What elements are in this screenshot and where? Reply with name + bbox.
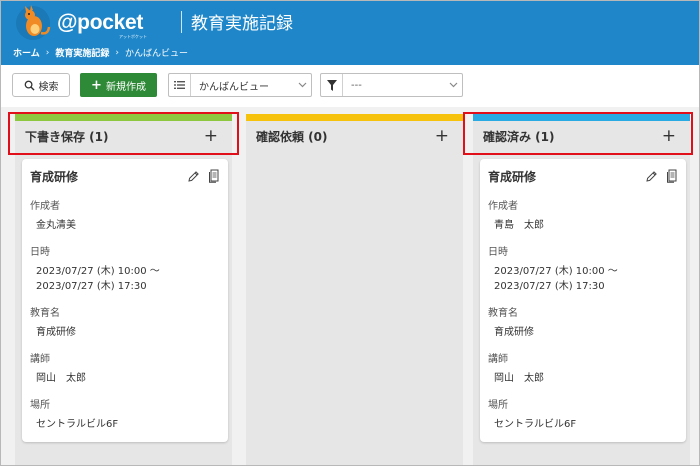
search-button[interactable]: 検索 bbox=[12, 73, 70, 97]
field-label-place: 場所 bbox=[488, 400, 508, 411]
app-logo[interactable]: @pocket アットポケット bbox=[15, 5, 165, 41]
breadcrumb: ホーム › 教育実施記録 › かんばんビュー bbox=[13, 46, 188, 60]
field-value-lecturer: 岡山 太郎 bbox=[494, 373, 544, 384]
breadcrumb-separator: › bbox=[115, 47, 119, 58]
field-value-datetime: 2023/07/27 (木) 10:00 ～ 2023/07/27 (木) 17… bbox=[488, 264, 678, 294]
field-value-course: 育成研修 bbox=[36, 327, 76, 338]
breadcrumb-section[interactable]: 教育実施記録 bbox=[55, 46, 109, 59]
field-value-place: セントラルビル6F bbox=[494, 419, 577, 430]
field-value-author: 金丸清美 bbox=[36, 220, 76, 231]
field-label-course: 教育名 bbox=[488, 308, 518, 319]
filter-select-value: --- bbox=[351, 79, 362, 91]
highlight-box-confirmed-header bbox=[463, 112, 693, 155]
search-icon bbox=[24, 80, 35, 91]
logo-text: @pocket bbox=[57, 11, 144, 34]
breadcrumb-current: かんばんビュー bbox=[124, 49, 188, 59]
field-label-author: 作成者 bbox=[30, 201, 60, 212]
new-record-button[interactable]: + 新規作成 bbox=[80, 73, 157, 97]
column-header: 確認依頼 (0) + bbox=[246, 121, 463, 151]
chevron-down-icon bbox=[293, 82, 311, 88]
card-title: 育成研修 bbox=[30, 169, 79, 184]
field-label-lecturer: 講師 bbox=[488, 354, 508, 365]
field-value-datetime: 2023/07/27 (木) 10:00 ～ 2023/07/27 (木) 17… bbox=[30, 264, 220, 294]
breadcrumb-home[interactable]: ホーム bbox=[13, 46, 40, 59]
view-select-value: かんばんビュー bbox=[199, 81, 269, 93]
list-icon bbox=[169, 74, 191, 96]
search-button-label: 検索 bbox=[38, 81, 59, 93]
kanban-board: 下書き保存 (1) + 育成研修 作成者 金丸清美 日時 2023/07/27 … bbox=[1, 107, 699, 465]
kanban-card[interactable]: 育成研修 作成者 金丸清美 日時 2023/07/27 (木) 10:00 ～ … bbox=[22, 159, 228, 442]
field-label-author: 作成者 bbox=[488, 201, 518, 212]
chevron-down-icon bbox=[444, 82, 462, 88]
add-card-button[interactable]: + bbox=[435, 126, 449, 146]
plus-icon: + bbox=[91, 77, 102, 93]
datetime-end: 2023/07/27 (木) 17:30 bbox=[36, 281, 147, 292]
datetime-end: 2023/07/27 (木) 17:30 bbox=[494, 281, 605, 292]
card-title: 育成研修 bbox=[488, 169, 537, 184]
kanban-column-confirmed: 確認済み (1) + 育成研修 作成者 青島 太郎 日時 2023/07/27 … bbox=[473, 114, 690, 465]
kangaroo-mascot-icon bbox=[16, 5, 51, 40]
pencil-edit-icon[interactable] bbox=[187, 170, 200, 183]
field-value-place: セントラルビル6F bbox=[36, 419, 119, 430]
filter-select[interactable]: --- bbox=[320, 73, 463, 97]
header-divider bbox=[181, 11, 182, 33]
datetime-start: 2023/07/27 (木) 10:00 ～ bbox=[36, 266, 160, 277]
toolbar: 検索 + 新規作成 かんばんビュー --- bbox=[1, 65, 699, 107]
field-value-lecturer: 岡山 太郎 bbox=[36, 373, 86, 384]
new-record-label: 新規作成 bbox=[105, 81, 146, 93]
kanban-column-draft: 下書き保存 (1) + 育成研修 作成者 金丸清美 日時 2023/07/27 … bbox=[15, 114, 232, 465]
column-color-bar bbox=[246, 114, 463, 121]
datetime-start: 2023/07/27 (木) 10:00 ～ bbox=[494, 266, 618, 277]
field-label-datetime: 日時 bbox=[488, 247, 508, 258]
field-value-author: 青島 太郎 bbox=[494, 220, 544, 231]
pencil-edit-icon[interactable] bbox=[645, 170, 658, 183]
highlight-box-draft-header bbox=[8, 112, 239, 155]
app-header: @pocket アットポケット 教育実施記録 ホーム › 教育実施記録 › かん… bbox=[1, 1, 699, 65]
filter-icon bbox=[321, 74, 343, 96]
field-label-place: 場所 bbox=[30, 400, 50, 411]
field-label-datetime: 日時 bbox=[30, 247, 50, 258]
field-label-lecturer: 講師 bbox=[30, 354, 50, 365]
document-icon[interactable] bbox=[208, 169, 220, 183]
page-title: 教育実施記録 bbox=[191, 14, 293, 34]
kanban-card[interactable]: 育成研修 作成者 青島 太郎 日時 2023/07/27 (木) 10:00 ～… bbox=[480, 159, 686, 442]
document-icon[interactable] bbox=[666, 169, 678, 183]
field-label-course: 教育名 bbox=[30, 308, 60, 319]
column-title: 確認依頼 (0) bbox=[256, 129, 328, 144]
logo-subtext: アットポケット bbox=[119, 34, 147, 39]
view-select[interactable]: かんばんビュー bbox=[168, 73, 312, 97]
kanban-column-pending: 確認依頼 (0) + bbox=[246, 114, 463, 465]
breadcrumb-separator: › bbox=[45, 47, 50, 58]
field-value-course: 育成研修 bbox=[494, 327, 534, 338]
